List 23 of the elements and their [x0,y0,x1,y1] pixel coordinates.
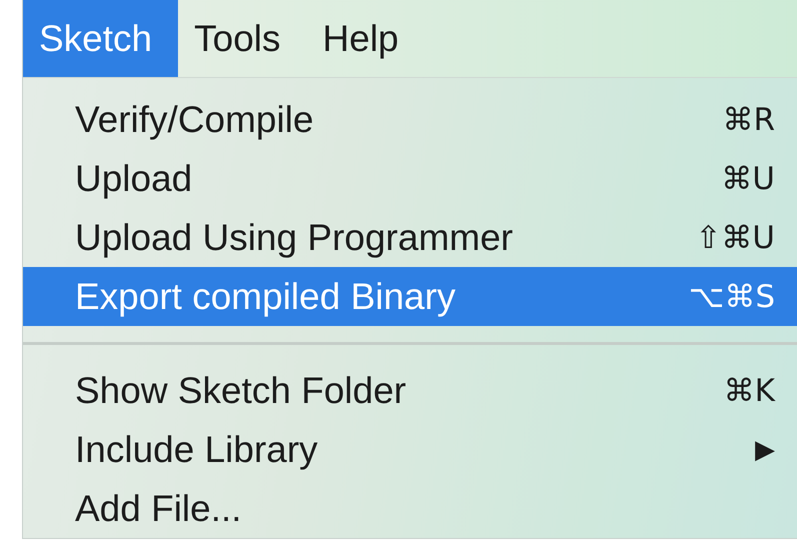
menu-item-label: Export compiled Binary [75,276,456,318]
menu-item[interactable]: Upload Using Programmer ⇧⌘U [23,208,797,267]
shortcut-label: ⇧⌘U [695,220,775,256]
menu-item[interactable]: Show Sketch Folder ⌘K [23,361,797,420]
menu-item[interactable]: Include Library ▶ [23,420,797,479]
submenu-arrow-icon: ▶ [755,434,775,464]
shortcut-label: ⌘R [722,102,775,138]
menu-item[interactable]: Verify/Compile ⌘R [23,90,797,149]
menu-item-label: Include Library [75,428,318,470]
menu-item-label: Show Sketch Folder [75,370,406,412]
menu-item[interactable]: Export compiled Binary ⌥⌘S [23,267,797,326]
menu-bar-item[interactable]: Help [306,0,425,77]
menu-item-label: Upload [75,158,192,200]
shortcut-label: ⌘K [724,372,775,408]
menu-item[interactable]: Upload ⌘U [23,149,797,208]
menu-item-label: Upload Using Programmer [75,216,514,258]
shortcut-label: ⌥⌘S [688,278,775,314]
menu-item-label: Add File... [75,488,242,530]
menu-item[interactable]: Add File... [23,479,797,538]
shortcut-label: ⌘U [721,160,775,196]
menu-bar-item[interactable]: Tools [178,0,307,77]
menu-bar-item[interactable]: Sketch [23,0,178,77]
menu-item-label: Verify/Compile [75,98,314,140]
